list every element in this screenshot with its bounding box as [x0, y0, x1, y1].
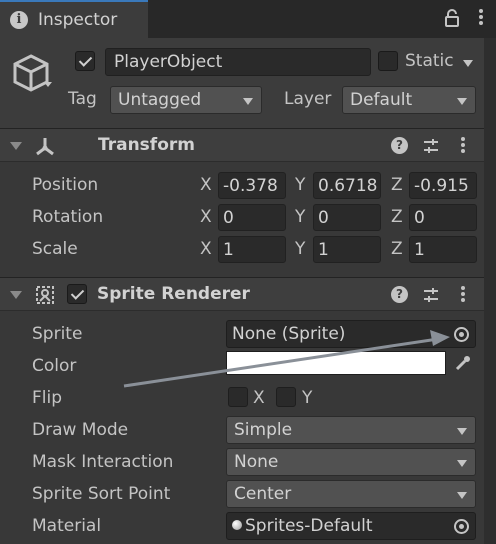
sprite-sort-point-label: Sprite Sort Point — [32, 484, 171, 504]
scale-z-field[interactable]: 1 — [409, 236, 477, 263]
eyedropper-icon[interactable] — [454, 354, 472, 372]
object-picker-icon[interactable] — [454, 519, 469, 534]
chevron-down-icon — [457, 460, 467, 467]
color-swatch[interactable] — [226, 351, 446, 375]
gameobject-cube-icon[interactable] — [10, 52, 52, 94]
rotation-y-axis[interactable]: Y — [295, 207, 305, 227]
flip-y-checkbox[interactable] — [276, 387, 296, 407]
rotation-label: Rotation — [32, 207, 104, 227]
tab-inspector-label: Inspector — [38, 10, 118, 30]
layer-value: Default — [350, 90, 413, 110]
static-label[interactable]: Static — [405, 51, 454, 71]
layer-dropdown[interactable]: Default — [342, 86, 476, 114]
presets-icon[interactable] — [422, 137, 440, 155]
tag-value: Untagged — [118, 90, 202, 110]
tab-inspector[interactable]: i Inspector — [0, 0, 148, 38]
tag-dropdown[interactable]: Untagged — [110, 86, 262, 114]
mask-interaction-dropdown[interactable]: None — [226, 448, 476, 476]
position-x-field[interactable]: -0.378 — [218, 172, 286, 199]
position-z-axis[interactable]: Z — [391, 175, 403, 195]
transform-icon — [36, 138, 54, 156]
sprite-label: Sprite — [32, 324, 83, 344]
scale-x-axis[interactable]: X — [200, 239, 212, 259]
sprite-renderer-header[interactable]: Sprite Renderer ? — [0, 277, 484, 311]
static-checkbox[interactable] — [378, 51, 398, 71]
sprite-sort-point-value: Center — [234, 484, 292, 504]
foldout-arrow-icon[interactable] — [10, 291, 22, 299]
position-label: Position — [32, 175, 99, 195]
draw-mode-label: Draw Mode — [32, 420, 129, 440]
scrollbar[interactable] — [484, 38, 496, 544]
tag-label: Tag — [68, 89, 97, 109]
draw-mode-dropdown[interactable]: Simple — [226, 416, 476, 444]
draw-mode-value: Simple — [234, 420, 293, 440]
scale-y-field[interactable]: 1 — [313, 236, 381, 263]
chevron-down-icon — [457, 98, 467, 105]
material-sphere-icon — [232, 520, 242, 530]
rotation-y-field[interactable]: 0 — [313, 204, 381, 231]
scale-y-axis[interactable]: Y — [295, 239, 305, 259]
sprite-sort-point-dropdown[interactable]: Center — [226, 480, 476, 508]
flip-x-checkbox[interactable] — [228, 387, 248, 407]
help-icon[interactable]: ? — [391, 137, 408, 154]
transform-header[interactable]: Transform ? — [0, 128, 484, 162]
rotation-z-axis[interactable]: Z — [391, 207, 403, 227]
static-dropdown-arrow-icon[interactable] — [463, 60, 473, 67]
object-picker-icon[interactable] — [454, 327, 469, 342]
object-name-field[interactable]: PlayerObject — [105, 48, 371, 76]
position-z-field[interactable]: -0.915 — [409, 172, 477, 199]
position-y-field[interactable]: 0.6718 — [313, 172, 381, 199]
presets-icon[interactable] — [422, 286, 440, 304]
sprite-renderer-title: Sprite Renderer — [97, 284, 250, 304]
rotation-x-axis[interactable]: X — [200, 207, 212, 227]
sprite-object-field[interactable]: None (Sprite) — [226, 320, 476, 348]
flip-y-label: Y — [302, 388, 313, 408]
flip-label: Flip — [32, 388, 63, 408]
active-checkbox[interactable] — [75, 51, 95, 71]
transform-title: Transform — [98, 135, 195, 155]
material-value: Sprites-Default — [245, 516, 373, 536]
chevron-down-icon — [457, 492, 467, 499]
chevron-down-icon — [457, 428, 467, 435]
sprite-value: None (Sprite) — [232, 324, 346, 344]
icon-dropdown-arrow-icon[interactable] — [44, 82, 52, 87]
sprite-renderer-enabled-checkbox[interactable] — [67, 284, 87, 304]
scale-label: Scale — [32, 239, 78, 259]
help-icon[interactable]: ? — [391, 286, 408, 303]
component-menu-icon[interactable] — [460, 284, 466, 306]
flip-x-label: X — [253, 388, 265, 408]
material-label: Material — [32, 516, 102, 536]
color-label: Color — [32, 356, 77, 376]
position-y-axis[interactable]: Y — [295, 175, 305, 195]
info-icon: i — [10, 11, 28, 29]
position-x-axis[interactable]: X — [200, 175, 212, 195]
rotation-x-field[interactable]: 0 — [218, 204, 286, 231]
sprite-renderer-icon — [36, 286, 54, 304]
layer-label: Layer — [284, 89, 332, 109]
material-object-field[interactable]: Sprites-Default — [226, 512, 476, 540]
scale-z-axis[interactable]: Z — [391, 239, 403, 259]
tab-menu-icon[interactable] — [478, 7, 484, 29]
chevron-down-icon — [243, 98, 253, 105]
foldout-arrow-icon[interactable] — [10, 142, 22, 150]
mask-interaction-label: Mask Interaction — [32, 452, 174, 472]
mask-interaction-value: None — [234, 452, 279, 472]
lock-icon[interactable] — [445, 9, 459, 27]
scale-x-field[interactable]: 1 — [218, 236, 286, 263]
tab-bar: i Inspector — [0, 0, 496, 38]
rotation-z-field[interactable]: 0 — [409, 204, 477, 231]
component-menu-icon[interactable] — [460, 135, 466, 157]
